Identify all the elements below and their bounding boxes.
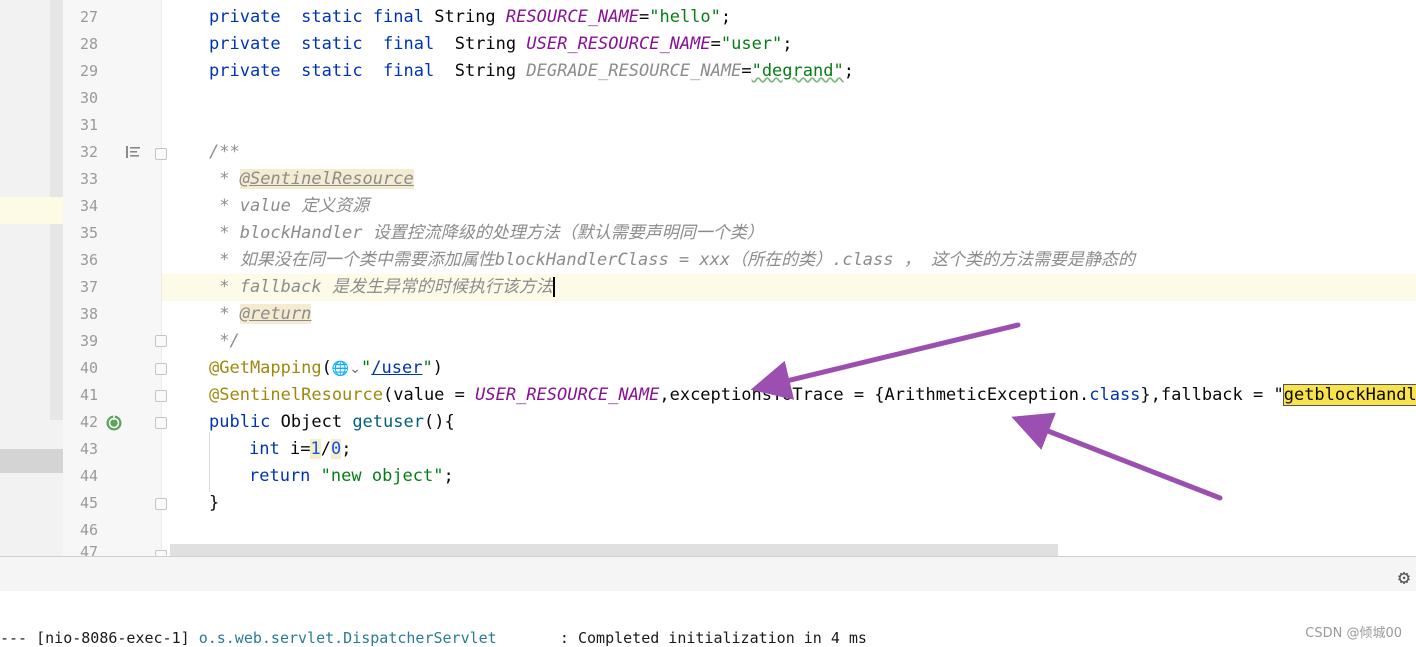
console-log-line: --- [nio-8086-exec-1] o.s.web.servlet.Di… xyxy=(0,629,867,647)
fold-marker[interactable] xyxy=(155,148,167,160)
code-line-29: private static final String DEGRADE_RESO… xyxy=(209,61,854,81)
line-number: 42 xyxy=(79,413,98,431)
line-number: 47 xyxy=(79,544,98,556)
code-line-43: int i=1/0; xyxy=(249,439,352,459)
line-number: 36 xyxy=(79,251,98,269)
structure-list-icon[interactable] xyxy=(125,144,141,160)
line-number: 33 xyxy=(79,170,98,188)
line-number: 27 xyxy=(79,8,98,26)
text-cursor xyxy=(552,277,555,297)
code-line-40: @GetMapping(🌐⌄"/user") xyxy=(209,358,443,378)
code-line-28: private static final String USER_RESOURC… xyxy=(209,34,793,54)
code-line-44: return "new object"; xyxy=(249,466,454,486)
javadoc-close: */ xyxy=(209,331,240,351)
code-line-27: private static final String RESOURCE_NAM… xyxy=(209,7,732,27)
line-number: 41 xyxy=(79,386,98,404)
line-number: 32 xyxy=(79,143,98,161)
line-number: 28 xyxy=(79,35,98,53)
line-number: 29 xyxy=(79,62,98,80)
javadoc-line-33: * @SentinelResource xyxy=(209,169,414,189)
line-number: 34 xyxy=(79,197,98,215)
url-link[interactable]: /user xyxy=(371,358,422,378)
fold-marker[interactable] xyxy=(155,498,167,510)
javadoc-line-35: * blockHandler 设置控流降级的处理方法（默认需要声明同一个类） xyxy=(209,223,764,243)
line-number: 40 xyxy=(79,359,98,377)
watermark: CSDN @倾城00 xyxy=(1305,626,1402,641)
gear-icon[interactable]: ⚙ xyxy=(1398,565,1410,589)
search-highlight: getblockHandlerf xyxy=(1282,384,1416,406)
line-number: 31 xyxy=(79,116,98,134)
console-output: --- [nio-8086-exec-1] o.s.web.servlet.Di… xyxy=(0,591,1416,647)
code-line-45: } xyxy=(209,493,220,513)
indent-guide xyxy=(209,432,210,492)
javadoc-line-37: * fallback 是发生异常的时候执行该方法 xyxy=(209,277,555,297)
panel-highlight xyxy=(0,197,63,224)
code-line-41: @SentinelResource(value = USER_RESOURCE_… xyxy=(209,382,1416,409)
line-number: 38 xyxy=(79,305,98,323)
line-number: 35 xyxy=(79,224,98,242)
line-number: 43 xyxy=(79,440,98,458)
javadoc-open: /** xyxy=(209,142,240,162)
run-tool-window-header: ⚙ xyxy=(0,556,1416,592)
line-number: 37 xyxy=(79,278,98,296)
javadoc-line-36: * 如果没在同一个类中需要添加属性blockHandlerClass = xxx… xyxy=(209,250,1135,270)
javadoc-line-38: * @return xyxy=(209,304,312,324)
globe-icon[interactable]: 🌐 xyxy=(332,361,349,377)
line-number: 30 xyxy=(79,89,98,107)
line-number: 44 xyxy=(79,467,98,485)
chevron-down-icon[interactable]: ⌄ xyxy=(349,361,361,377)
panel-selection xyxy=(0,449,63,473)
fold-marker[interactable] xyxy=(155,363,167,375)
line-number: 45 xyxy=(79,494,98,512)
spring-bean-icon[interactable] xyxy=(105,414,123,432)
line-number: 39 xyxy=(79,332,98,350)
fold-marker[interactable] xyxy=(155,417,167,429)
fold-marker[interactable] xyxy=(155,335,167,347)
horizontal-scrollbar[interactable] xyxy=(170,544,1058,556)
javadoc-line-34: * value 定义资源 xyxy=(209,196,370,216)
logger-link[interactable]: o.s.web.servlet.DispatcherServlet xyxy=(199,629,497,647)
line-number: 46 xyxy=(79,521,98,539)
fold-marker[interactable] xyxy=(155,390,167,402)
code-line-42: public Object getuser(){ xyxy=(209,412,455,432)
